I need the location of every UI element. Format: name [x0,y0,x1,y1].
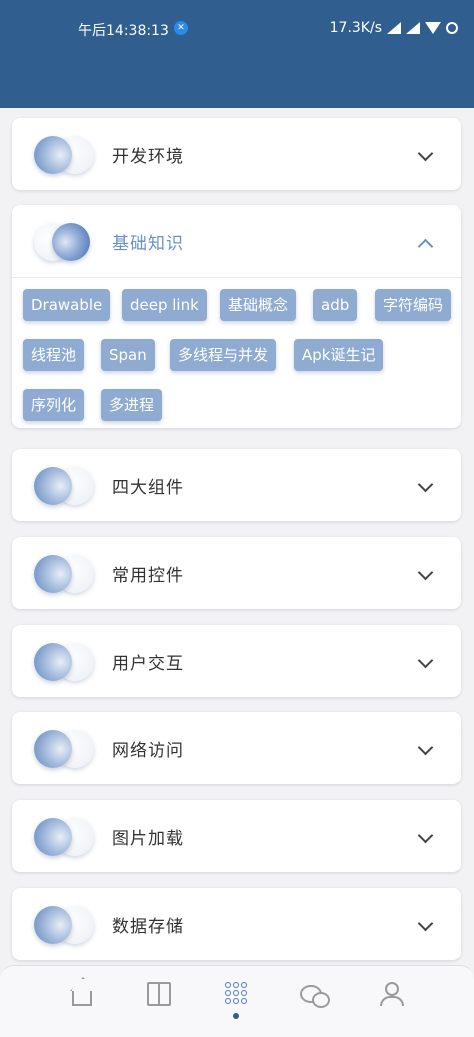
status-bar: 午后14:38:13 ✕ 17.3K/s [0,18,474,42]
user-icon[interactable] [379,982,404,1006]
tag-chip[interactable]: Span [101,339,155,371]
section-toggle-icon [34,555,94,593]
active-indicator [233,1013,239,1019]
section-title: 网络访问 [112,741,184,761]
section-toggle-icon [34,730,94,768]
section-title: 数据存储 [112,917,184,937]
section-header[interactable]: 基础知识 [12,205,461,277]
chevron-down-icon[interactable] [417,739,434,756]
section-header[interactable]: 数据存储 [12,888,461,960]
tag-chip[interactable]: 序列化 [23,389,85,421]
tag-chip[interactable]: Drawable [23,289,111,321]
section-toggle-icon [34,136,94,174]
section-toggle-icon [34,818,94,856]
book-icon[interactable] [147,982,171,1006]
app-header: 午后14:38:13 ✕ 17.3K/s [0,0,474,108]
section-header[interactable]: 开发环境 [12,118,461,190]
chevron-down-icon[interactable] [417,652,434,669]
divider [12,277,461,278]
chevron-up-icon[interactable] [417,238,434,255]
section-toggle-icon [34,223,94,261]
section-card-dev-env[interactable]: 开发环境 [12,118,461,190]
section-card-controls[interactable]: 常用控件 [12,537,461,609]
section-header[interactable]: 常用控件 [12,537,461,609]
battery-icon [446,22,458,34]
section-header[interactable]: 四大组件 [12,449,461,521]
tag-chip[interactable]: 基础概念 [220,289,297,321]
tag-chip[interactable]: 线程池 [23,339,85,371]
status-time: 午后14:38:13 [78,23,169,39]
app-notification-icon: ✕ [174,21,188,35]
signal-icon-2 [406,22,420,34]
section-title: 基础知识 [112,234,184,254]
section-title: 常用控件 [112,566,184,586]
section-card-storage[interactable]: 数据存储 [12,888,461,960]
chevron-down-icon[interactable] [417,476,434,493]
signal-icon [387,22,401,34]
chevron-down-icon[interactable] [417,564,434,581]
tag-chip[interactable]: 多进程 [101,389,163,421]
section-card-interaction[interactable]: 用户交互 [12,625,461,697]
section-title: 用户交互 [112,654,184,674]
section-header[interactable]: 网络访问 [12,712,461,784]
section-toggle-icon [34,467,94,505]
section-toggle-icon [34,906,94,944]
tag-chip[interactable]: adb [313,289,358,321]
chevron-down-icon[interactable] [417,827,434,844]
section-card-images[interactable]: 图片加载 [12,800,461,872]
section-title: 图片加载 [112,829,184,849]
home-icon[interactable] [72,988,92,1006]
grid-icon[interactable] [225,982,247,1004]
tag-chip[interactable]: deep link [122,289,207,321]
network-speed: 17.3K/s [329,20,382,36]
section-card-components[interactable]: 四大组件 [12,449,461,521]
tag-chip[interactable]: 多线程与并发 [170,339,277,371]
section-card-network[interactable]: 网络访问 [12,712,461,784]
chevron-down-icon[interactable] [417,145,434,162]
section-header[interactable]: 用户交互 [12,625,461,697]
section-title: 四大组件 [112,478,184,498]
chevron-down-icon[interactable] [417,915,434,932]
section-card-basics[interactable]: 基础知识 Drawable deep link 基础概念 adb 字符编码 线程… [12,205,461,428]
tag-chip[interactable]: 字符编码 [375,289,452,321]
tag-chip[interactable]: Apk诞生记 [294,339,384,371]
wifi-icon [425,22,441,34]
app-screen: 午后14:38:13 ✕ 17.3K/s 开发环境 基础知识 Drawable … [0,0,474,1037]
section-toggle-icon [34,643,94,681]
bottom-navigation [0,965,474,1037]
section-title: 开发环境 [112,147,184,167]
section-header[interactable]: 图片加载 [12,800,461,872]
status-indicators: 17.3K/s [330,20,458,36]
wechat-icon[interactable] [300,985,330,1008]
